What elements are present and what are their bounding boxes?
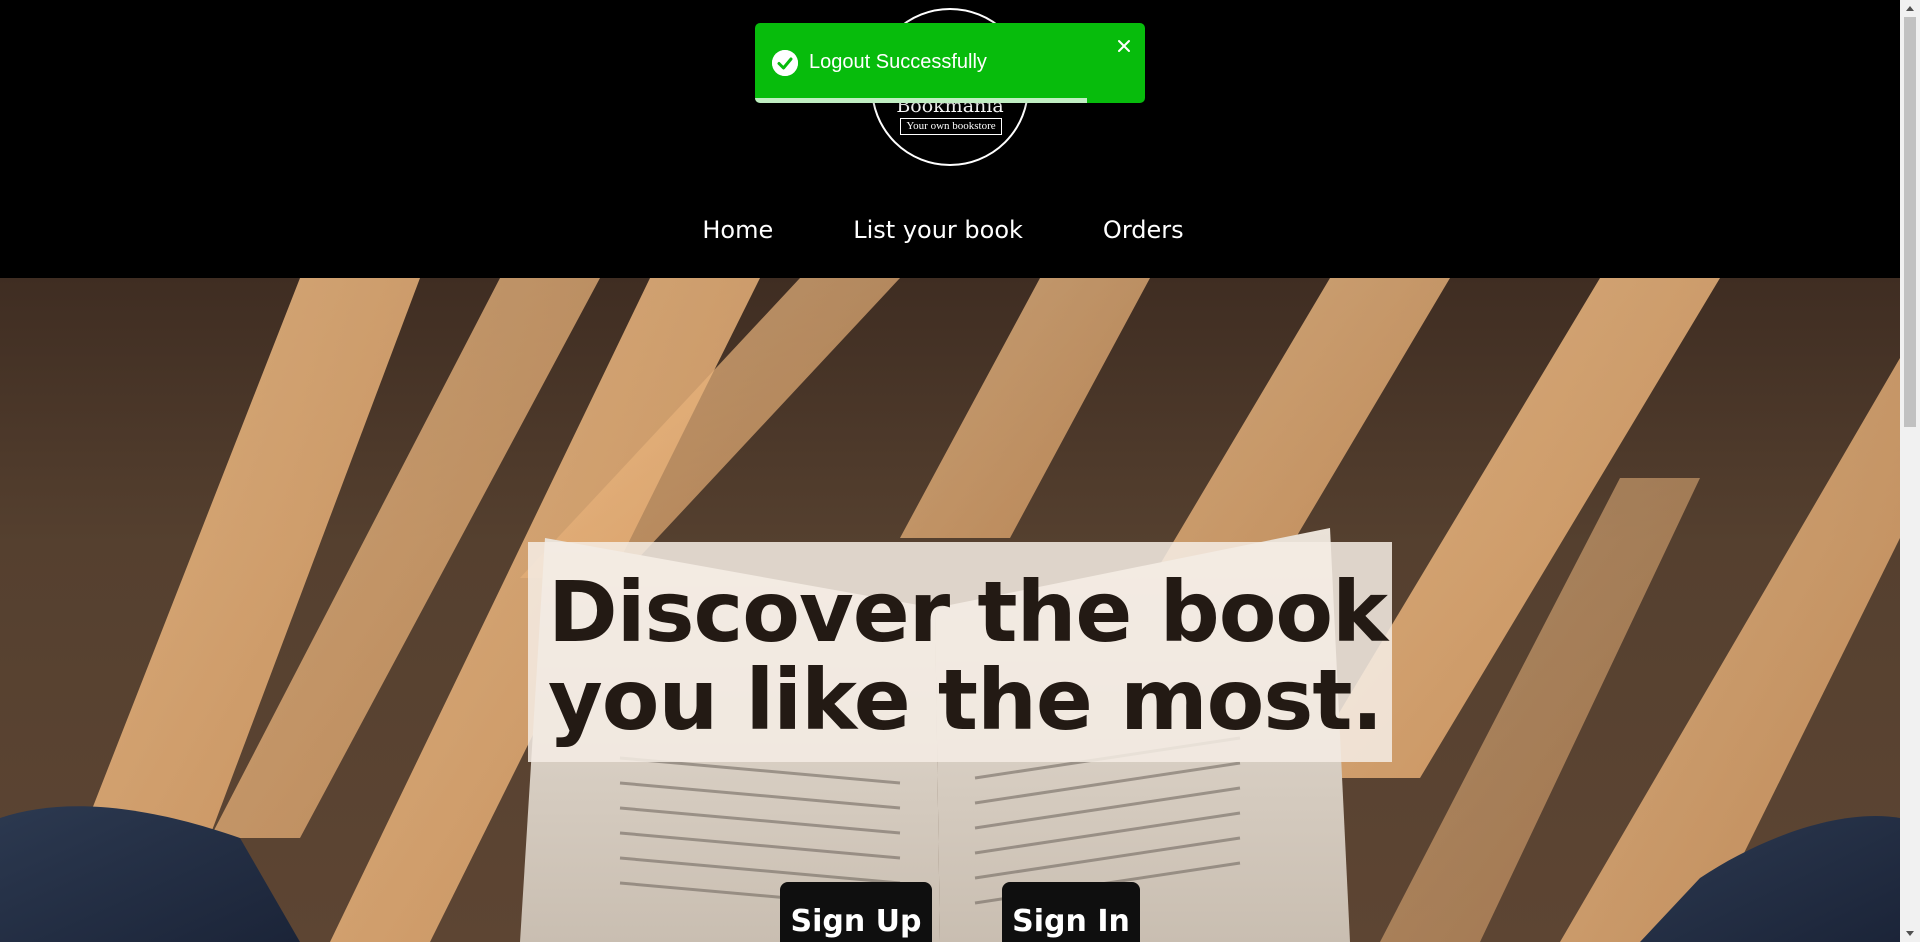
hero-title-line-1: Discover the book xyxy=(548,563,1388,661)
sign-up-button[interactable]: Sign Up xyxy=(780,882,932,942)
toast-progress-bar xyxy=(755,98,1087,103)
nav-list-your-book[interactable]: List your book xyxy=(853,212,1023,248)
logout-toast[interactable]: Logout Successfully xyxy=(755,23,1145,103)
close-icon[interactable] xyxy=(1113,35,1135,57)
page-scrollbar[interactable] xyxy=(1900,0,1920,942)
scroll-down-arrow-icon[interactable] xyxy=(1900,925,1920,942)
hero-title: Discover the book you like the most. xyxy=(548,563,1388,749)
sign-in-button[interactable]: Sign In xyxy=(1002,882,1140,942)
page: Bookmania Your own bookstore Home List y… xyxy=(0,0,1920,942)
hero-title-line-2: you like the most. xyxy=(548,651,1383,749)
logo-subtitle: Your own bookstore xyxy=(900,118,1002,135)
check-circle-icon xyxy=(772,50,798,76)
scrollbar-thumb[interactable] xyxy=(1904,17,1916,427)
toast-message: Logout Successfully xyxy=(809,51,987,73)
nav-orders[interactable]: Orders xyxy=(1103,212,1184,248)
nav-home[interactable]: Home xyxy=(702,212,773,248)
hero-title-box: Discover the book you like the most. xyxy=(528,542,1392,762)
main-nav: Home List your book Orders xyxy=(0,212,1900,248)
scroll-up-arrow-icon[interactable] xyxy=(1900,0,1920,17)
hero-section: Discover the book you like the most. xyxy=(0,278,1900,942)
